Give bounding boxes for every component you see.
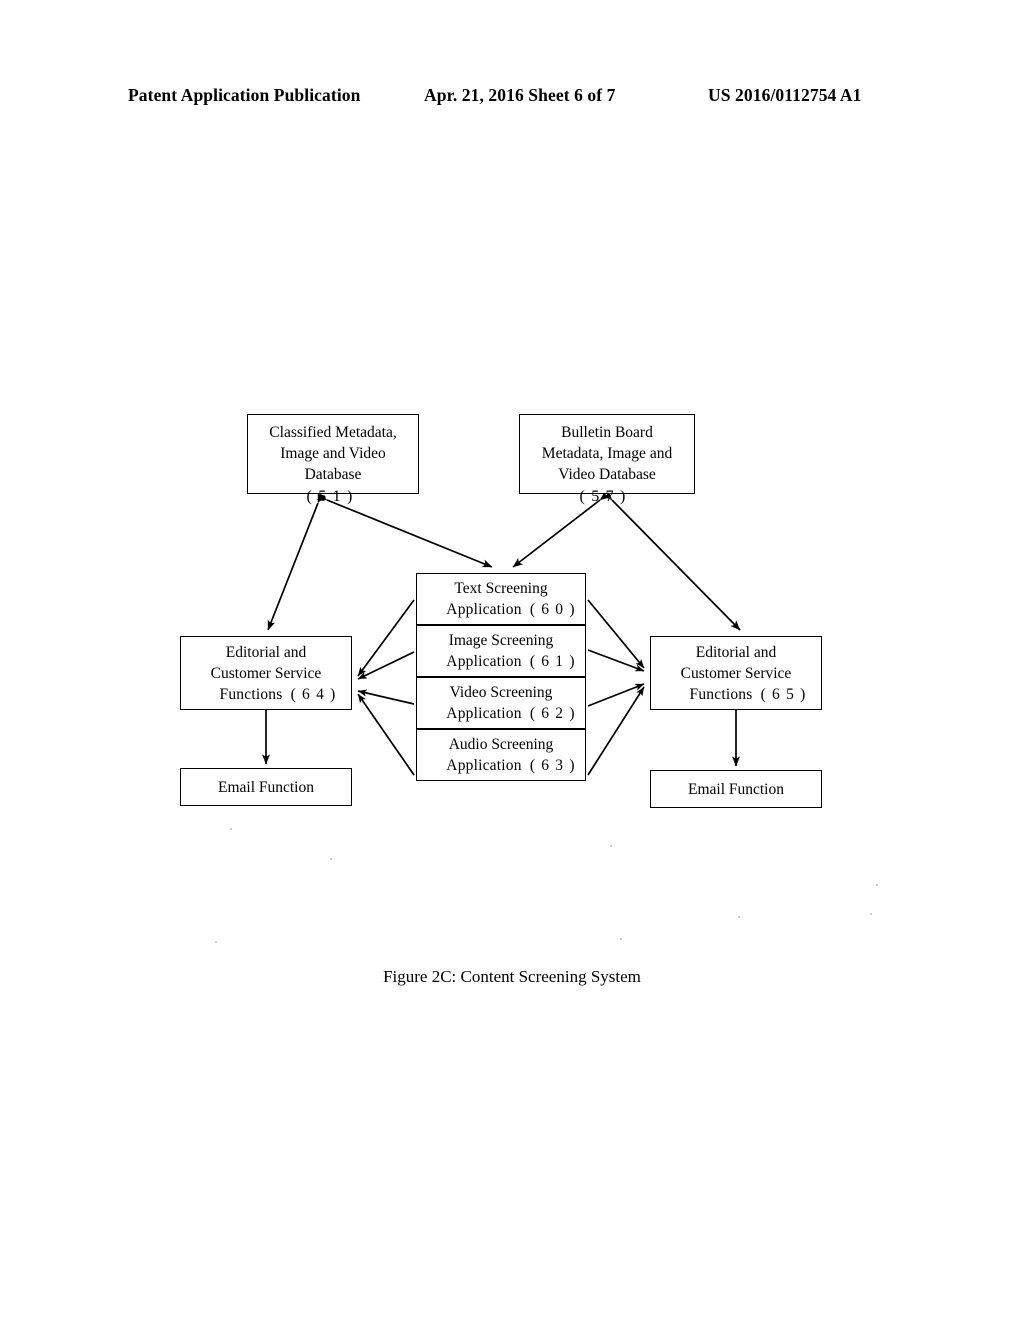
node-line-3: Database bbox=[304, 466, 362, 483]
wire-bulletin-db-to-ecs-right bbox=[602, 490, 741, 631]
node-line-1: Classified Metadata, bbox=[269, 424, 397, 441]
node-line-3: Video Database bbox=[558, 466, 656, 483]
node-line-2: Application ( 6 3 ) bbox=[427, 755, 595, 776]
node-line-2-text: Application bbox=[446, 601, 522, 618]
node-line-3: Functions ( 6 5 ) bbox=[663, 684, 833, 705]
node-video-screening-application: Video Screening Application ( 6 2 ) bbox=[416, 677, 586, 729]
node-image-screening-application: Image Screening Application ( 6 1 ) bbox=[416, 625, 586, 677]
wire-video-screening-to-ecs-right bbox=[587, 683, 645, 707]
node-line-2-text: Application bbox=[446, 757, 522, 774]
node-line-1: Image Screening bbox=[448, 632, 554, 649]
node-line-2: Image and Video bbox=[280, 445, 386, 462]
wire-image-screening-to-ecs-left bbox=[357, 651, 415, 680]
node-audio-screening-application: Audio Screening Application ( 6 3 ) bbox=[416, 729, 586, 781]
node-line-2: Application ( 6 2 ) bbox=[427, 703, 595, 724]
node-email-function-right: Email Function bbox=[650, 770, 822, 808]
reference-numeral-51: ( 5 1 ) bbox=[306, 488, 354, 505]
scan-speckle bbox=[330, 858, 332, 860]
node-line-1: Bulletin Board bbox=[561, 424, 653, 441]
scan-speckle bbox=[610, 845, 612, 847]
reference-numeral-63: ( 6 3 ) bbox=[529, 757, 576, 774]
wire-text-screening-to-ecs-left bbox=[357, 599, 415, 677]
reference-numeral-64: ( 6 4 ) bbox=[290, 686, 337, 703]
reference-numeral-65: ( 6 5 ) bbox=[760, 686, 807, 703]
scan-speckle bbox=[620, 938, 622, 940]
scan-speckle bbox=[738, 916, 740, 918]
node-line-2: Application ( 6 0 ) bbox=[427, 599, 595, 620]
wire-text-screening-to-ecs-right bbox=[587, 599, 645, 669]
scan-speckle bbox=[230, 828, 232, 830]
scan-speckle bbox=[870, 913, 872, 915]
node-line-1: Editorial and bbox=[225, 644, 307, 661]
node-line-2: Customer Service bbox=[210, 665, 322, 682]
wire-classified-db-to-ecs-left bbox=[267, 492, 326, 631]
node-line-2-text: Application bbox=[446, 653, 522, 670]
wire-video-screening-to-ecs-left bbox=[357, 689, 415, 705]
node-classified-metadata-database: Classified Metadata, Image and Video Dat… bbox=[247, 414, 419, 505]
node-label: Email Function bbox=[217, 779, 314, 796]
node-text-screening-application: Text Screening Application ( 6 0 ) bbox=[416, 573, 586, 625]
reference-numeral-60: ( 6 0 ) bbox=[529, 601, 576, 618]
wire-bulletin-db-to-screening-stack bbox=[512, 490, 611, 568]
node-line-3-text: Functions bbox=[689, 686, 753, 703]
wire-audio-screening-to-ecs-left bbox=[357, 693, 415, 776]
node-line-3-text: Functions bbox=[219, 686, 283, 703]
wire-audio-screening-to-ecs-right bbox=[587, 686, 645, 776]
node-line-1: Text Screening bbox=[454, 580, 548, 597]
node-line-1: Audio Screening bbox=[448, 736, 554, 753]
scan-speckle bbox=[876, 884, 878, 886]
node-line-1: Editorial and bbox=[695, 644, 777, 661]
node-line-2: Customer Service bbox=[680, 665, 792, 682]
node-line-2: Application ( 6 1 ) bbox=[427, 651, 595, 672]
scan-speckle bbox=[215, 941, 217, 943]
node-line-3: Functions ( 6 4 ) bbox=[193, 684, 363, 705]
reference-numeral-57: ( 5 7 ) bbox=[579, 488, 627, 505]
node-line-2-text: Application bbox=[446, 705, 522, 722]
node-editorial-customer-service-functions-65: Editorial and Customer Service Functions… bbox=[650, 636, 822, 710]
reference-numeral-61: ( 6 1 ) bbox=[529, 653, 576, 670]
node-editorial-customer-service-functions-64: Editorial and Customer Service Functions… bbox=[180, 636, 352, 710]
node-line-2: Metadata, Image and bbox=[541, 445, 673, 462]
figure-caption: Figure 2C: Content Screening System bbox=[383, 967, 641, 986]
figure-2c-diagram: Editorial & CS (64) : double arrow --> s… bbox=[0, 0, 1024, 1320]
node-label: Email Function bbox=[687, 781, 784, 798]
wire-image-screening-to-ecs-right bbox=[587, 649, 645, 672]
reference-numeral-62: ( 6 2 ) bbox=[529, 705, 576, 722]
screening-application-stack: Text Screening Application ( 6 0 ) Image… bbox=[416, 573, 586, 781]
node-email-function-left: Email Function bbox=[180, 768, 352, 806]
node-bulletin-board-database: Bulletin Board Metadata, Image and Video… bbox=[519, 414, 695, 505]
node-line-1: Video Screening bbox=[449, 684, 553, 701]
wire-classified-db-to-screening-stack bbox=[316, 492, 493, 568]
